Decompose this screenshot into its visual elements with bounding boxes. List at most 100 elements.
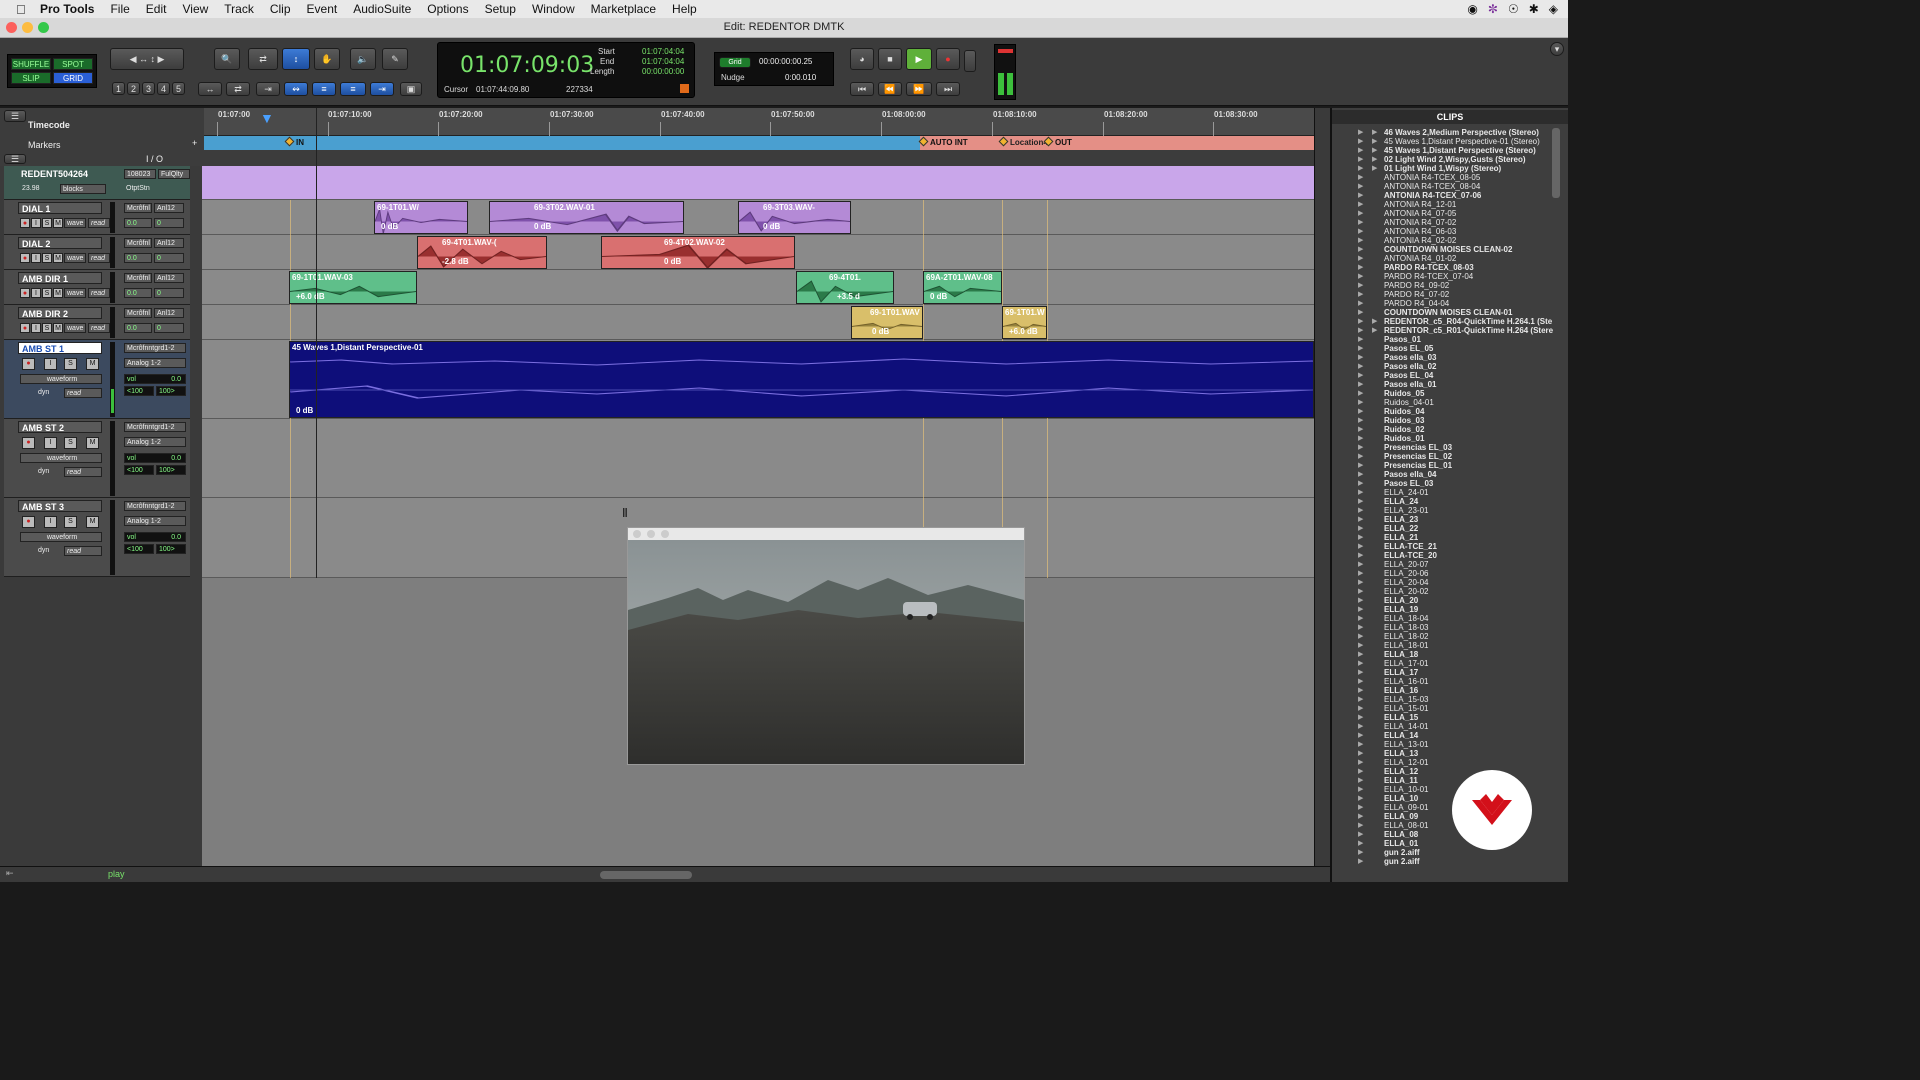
- clip-list-item[interactable]: ELLA_12: [1384, 767, 1418, 776]
- record-arm-button[interactable]: ●: [22, 437, 35, 449]
- expand-triangle-icon[interactable]: ▶: [1358, 362, 1363, 370]
- clip-list-item[interactable]: PARDO R4-TCEX_07-04: [1384, 272, 1473, 281]
- clip-list-item[interactable]: Pasos EL_03: [1384, 479, 1433, 488]
- creative-cloud-icon[interactable]: ✼: [1488, 2, 1498, 16]
- track-input[interactable]: Mcrôfnl: [124, 238, 152, 248]
- track-name[interactable]: DIAL 2: [18, 237, 102, 249]
- clip-list-item[interactable]: ANTONIA R4_01-02: [1384, 254, 1456, 263]
- input-monitor-button[interactable]: I: [44, 358, 57, 370]
- keyboard-focus-icon[interactable]: ≡: [340, 82, 366, 96]
- expand-triangle-icon[interactable]: ▶: [1358, 290, 1363, 298]
- expand-triangle-icon[interactable]: ▶: [1358, 695, 1363, 703]
- expand-triangle-icon[interactable]: ▶: [1358, 758, 1363, 766]
- menu-track[interactable]: Track: [224, 2, 254, 16]
- menu-window[interactable]: Window: [532, 2, 575, 16]
- audio-clip[interactable]: 69-1T01.WAV 0 dB: [851, 306, 923, 339]
- zoom-preset-2[interactable]: 2: [127, 82, 140, 95]
- expand-triangle-icon[interactable]: ▶: [1358, 506, 1363, 514]
- stereo-expand-icon[interactable]: ▶: [1372, 164, 1377, 172]
- expand-triangle-icon[interactable]: ▶: [1358, 164, 1363, 172]
- marker-auto-int[interactable]: AUTO INT: [918, 136, 968, 147]
- nudge-value[interactable]: 0:00.010: [785, 73, 816, 82]
- link-track-icon[interactable]: ≡: [312, 82, 336, 96]
- clip-list-item[interactable]: ELLA_24-01: [1384, 488, 1428, 497]
- clip-list-item[interactable]: ELLA_22: [1384, 524, 1418, 533]
- pan-left[interactable]: <100: [124, 465, 154, 475]
- expand-triangle-icon[interactable]: ▶: [1358, 380, 1363, 388]
- clip-list-item[interactable]: Pasos EL_05: [1384, 344, 1433, 353]
- volume-control[interactable]: vol 0.0: [124, 374, 186, 384]
- automation-mode[interactable]: read: [88, 218, 110, 228]
- playhead-icon[interactable]: ▼: [260, 110, 274, 126]
- clip-list-item[interactable]: ELLA_14-01: [1384, 722, 1428, 731]
- expand-triangle-icon[interactable]: ▶: [1358, 785, 1363, 793]
- expand-triangle-icon[interactable]: ▶: [1358, 533, 1363, 541]
- expand-triangle-icon[interactable]: ▶: [1358, 668, 1363, 676]
- menu-view[interactable]: View: [182, 2, 208, 16]
- clip-list-item[interactable]: ELLA_20-04: [1384, 578, 1428, 587]
- track-header-amb-dir-2[interactable]: AMB DIR 2 ● I S M wave read Mcrôfnl Anl1…: [4, 305, 190, 340]
- automation-mode[interactable]: read: [64, 546, 102, 556]
- expand-triangle-icon[interactable]: ▶: [1358, 731, 1363, 739]
- expand-triangle-icon[interactable]: ▶: [1358, 749, 1363, 757]
- automation-mode[interactable]: read: [88, 253, 110, 263]
- clip-list-item[interactable]: ELLA_10: [1384, 794, 1418, 803]
- expand-triangle-icon[interactable]: ▶: [1358, 587, 1363, 595]
- clip-list-item[interactable]: ELLA_11: [1384, 776, 1418, 785]
- volume-value[interactable]: 0.0: [124, 218, 152, 228]
- go-to-end-icon[interactable]: ⏭: [936, 82, 960, 96]
- expand-triangle-icon[interactable]: ▶: [1358, 470, 1363, 478]
- online-icon[interactable]: ◕: [850, 48, 874, 70]
- mute-button[interactable]: M: [53, 288, 63, 298]
- expand-triangle-icon[interactable]: ▶: [1358, 281, 1363, 289]
- track-header-amb-st-1[interactable]: AMB ST 1 ● I S M waveform dyn read Mcrôf…: [4, 340, 190, 419]
- track-header-amb-st-3[interactable]: AMB ST 3 ● I S M waveform dyn read Mcrôf…: [4, 498, 190, 577]
- clip-list-item[interactable]: PARDO R4_07-02: [1384, 290, 1449, 299]
- expand-triangle-icon[interactable]: ▶: [1358, 812, 1363, 820]
- length-value[interactable]: 00:00:00:00: [642, 67, 684, 76]
- clip-list-item[interactable]: Presencias EL_01: [1384, 461, 1452, 470]
- expand-triangle-icon[interactable]: ▶: [1358, 434, 1363, 442]
- expand-triangle-icon[interactable]: ▶: [1358, 263, 1363, 271]
- expand-triangle-icon[interactable]: ▶: [1358, 245, 1363, 253]
- clip-list-item[interactable]: ELLA_08: [1384, 830, 1418, 839]
- audio-clip[interactable]: 69-1T01.W +6.0 dB: [1002, 306, 1047, 339]
- expand-triangle-icon[interactable]: ▶: [1358, 497, 1363, 505]
- expand-triangle-icon[interactable]: ▶: [1358, 191, 1363, 199]
- solo-button[interactable]: S: [42, 323, 52, 333]
- clip-list-item[interactable]: Presencias EL_03: [1384, 443, 1452, 452]
- arrow-left-icon[interactable]: ⇤: [6, 868, 14, 879]
- expand-triangle-icon[interactable]: ▶: [1358, 461, 1363, 469]
- slip-mode-button[interactable]: SLIP: [11, 72, 51, 84]
- expand-triangle-icon[interactable]: ▶: [1358, 641, 1363, 649]
- track-output[interactable]: Analog 1-2: [124, 437, 186, 447]
- menu-options[interactable]: Options: [427, 2, 468, 16]
- rewind-icon[interactable]: ⏪: [878, 82, 902, 96]
- track-input[interactable]: Mcrôfnl: [124, 273, 152, 283]
- expand-triangle-icon[interactable]: ▶: [1358, 371, 1363, 379]
- apple-icon[interactable]: : [16, 2, 30, 17]
- clip-list-item[interactable]: ELLA_18-03: [1384, 623, 1428, 632]
- clip-list-item[interactable]: ANTONIA R4-TCEX_08-04: [1384, 182, 1480, 191]
- track-list-icon[interactable]: ☰: [4, 154, 26, 164]
- stereo-expand-icon[interactable]: ▶: [1372, 155, 1377, 163]
- clip-list-item[interactable]: ELLA_19: [1384, 605, 1418, 614]
- clip-list-item[interactable]: REDENTOR_c5_R04-QuickTime H.264.1 (Ste: [1384, 317, 1552, 326]
- track-header-amb-st-2[interactable]: AMB ST 2 ● I S M waveform dyn read Mcrôf…: [4, 419, 190, 498]
- volume-value[interactable]: 0.0: [124, 288, 152, 298]
- scrubber-tool-icon[interactable]: 🔈: [350, 48, 376, 70]
- expand-triangle-icon[interactable]: ▶: [1358, 740, 1363, 748]
- expand-triangle-icon[interactable]: ▶: [1358, 326, 1363, 334]
- clip-list-item[interactable]: ELLA_21: [1384, 533, 1418, 542]
- zoomer-tool-icon[interactable]: 🔍: [214, 48, 240, 70]
- expand-triangle-icon[interactable]: ▶: [1358, 317, 1363, 325]
- pan-right[interactable]: 100>: [156, 386, 186, 396]
- track-header-dial-1[interactable]: DIAL 1 ● I S M wave read Mcrôfnl Anl12 0…: [4, 200, 190, 235]
- expand-triangle-icon[interactable]: ▶: [1358, 200, 1363, 208]
- expand-triangle-icon[interactable]: ▶: [1358, 209, 1363, 217]
- track-output[interactable]: Anl12: [154, 273, 184, 283]
- expand-triangle-icon[interactable]: ▶: [1358, 344, 1363, 352]
- pan-value[interactable]: 0: [154, 288, 184, 298]
- track-header-amb-dir-1[interactable]: AMB DIR 1 ● I S M wave read Mcrôfnl Anl1…: [4, 270, 190, 305]
- zoom-controls[interactable]: ◀ ↔ ↕ ▶: [110, 48, 184, 70]
